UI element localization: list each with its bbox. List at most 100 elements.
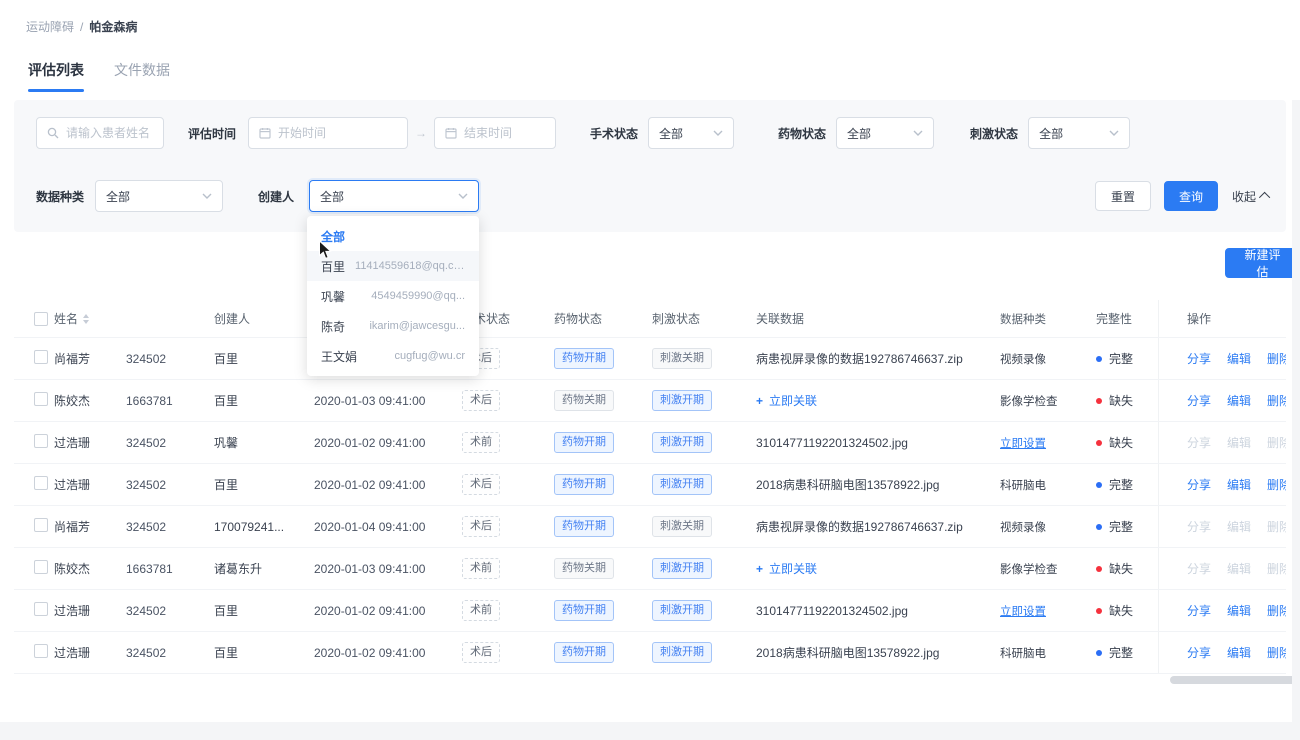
patient-id: 324502 <box>126 604 214 618</box>
associate-now-link[interactable]: 立即关联 <box>756 392 1000 409</box>
data-type: 影像学检查 <box>1000 561 1096 577</box>
reset-button[interactable]: 重置 <box>1095 181 1151 211</box>
row-checkbox[interactable] <box>34 392 48 406</box>
creator-option[interactable]: 巩馨 4549459990@qq... <box>307 281 479 311</box>
creator-name: 百里 <box>214 602 314 619</box>
filter-buttons: 重置 查询 收起 <box>1095 181 1270 211</box>
set-now-link[interactable]: 立即设置 <box>1000 435 1096 451</box>
creator-option[interactable]: 王文娟 cugfug@wu.cr <box>307 341 479 371</box>
evaluation-table: 姓名 创建人 手术状态 药物状态 刺激状态 关联数据 数据种类 完整性 操作 尚… <box>14 300 1286 674</box>
row-checkbox[interactable] <box>34 518 48 532</box>
start-time-box <box>248 117 408 149</box>
delete-action[interactable]: 删除 <box>1267 602 1286 619</box>
edit-action[interactable]: 编辑 <box>1227 350 1251 367</box>
start-time-input[interactable] <box>278 126 397 140</box>
share-action[interactable]: 分享 <box>1187 476 1211 493</box>
stim-status-tag: 刺激开期 <box>652 474 712 495</box>
chevron-down-icon <box>458 193 468 199</box>
creator-select[interactable]: 全部 <box>309 180 479 212</box>
share-action[interactable]: 分享 <box>1187 602 1211 619</box>
share-action[interactable]: 分享 <box>1187 392 1211 409</box>
stim-status-select[interactable]: 全部 <box>1028 117 1130 149</box>
chevron-down-icon <box>202 193 212 199</box>
drug-status-select[interactable]: 全部 <box>836 117 934 149</box>
surgery-status-label: 手术状态 <box>590 125 638 142</box>
share-action[interactable]: 分享 <box>1187 644 1211 661</box>
header-operations: 操作 <box>1158 300 1286 337</box>
edit-action[interactable]: 编辑 <box>1227 476 1251 493</box>
edit-action[interactable]: 编辑 <box>1227 392 1251 409</box>
creator-option-all[interactable]: 全部 <box>307 221 479 251</box>
set-now-link[interactable]: 立即设置 <box>1000 603 1096 619</box>
surgery-status-tag: 术前 <box>462 432 500 453</box>
creator-option[interactable]: 陈奇 ikarim@jawcesgu... <box>307 311 479 341</box>
tab-bar: 评估列表 文件数据 <box>28 60 170 92</box>
row-actions: 分享编辑删除 <box>1158 380 1286 421</box>
eval-time: 2020-01-02 09:41:00 <box>314 478 462 492</box>
search-input[interactable] <box>66 126 153 140</box>
sort-icon[interactable] <box>83 314 89 324</box>
breadcrumb: 运动障碍/帕金森病 <box>26 18 137 35</box>
associate-now-link[interactable]: 立即关联 <box>756 560 1000 577</box>
share-action[interactable]: 分享 <box>1187 350 1211 367</box>
table-row: 尚福芳 324502 170079241... 2020-01-04 09:41… <box>14 506 1286 548</box>
tab-evaluation-list[interactable]: 评估列表 <box>28 60 84 92</box>
patient-name: 陈姣杰 <box>54 560 126 577</box>
edit-action: 编辑 <box>1227 518 1251 535</box>
creator-name: 百里 <box>214 392 314 409</box>
patient-id: 324502 <box>126 520 214 534</box>
row-checkbox[interactable] <box>34 434 48 448</box>
collapse-toggle[interactable]: 收起 <box>1232 188 1270 205</box>
stim-status-tag: 刺激开期 <box>652 600 712 621</box>
row-checkbox[interactable] <box>34 476 48 490</box>
delete-action[interactable]: 删除 <box>1267 392 1286 409</box>
header-creator: 创建人 <box>214 310 314 327</box>
patient-id: 324502 <box>126 478 214 492</box>
data-type: 科研脑电 <box>1000 477 1096 493</box>
row-checkbox[interactable] <box>34 350 48 364</box>
creator-option[interactable]: 百里 11414559618@qq.com <box>307 251 479 281</box>
creator-name: 百里 <box>214 644 314 661</box>
table-row: 过浩珊 324502 百里 2020-01-02 09:41:00 术后 药物开… <box>14 632 1286 674</box>
table-row: 陈姣杰 1663781 百里 2020-01-03 09:41:00 术后 药物… <box>14 380 1286 422</box>
patient-name: 过浩珊 <box>54 434 126 451</box>
edit-action[interactable]: 编辑 <box>1227 644 1251 661</box>
status-dot <box>1096 356 1102 362</box>
row-checkbox[interactable] <box>34 644 48 658</box>
edit-action[interactable]: 编辑 <box>1227 602 1251 619</box>
end-time-input[interactable] <box>464 126 545 140</box>
stim-status-tag: 刺激开期 <box>652 390 712 411</box>
breadcrumb-section[interactable]: 运动障碍 <box>26 20 74 34</box>
associated-data: 31014771192201324502.jpg <box>756 604 1000 618</box>
tab-file-data[interactable]: 文件数据 <box>114 60 170 92</box>
breadcrumb-current: 帕金森病 <box>89 20 137 34</box>
patient-search-box <box>36 117 164 149</box>
eval-time: 2020-01-04 09:41:00 <box>314 520 462 534</box>
delete-action: 删除 <box>1267 560 1286 577</box>
integrity-status: 完整 <box>1096 518 1158 535</box>
row-checkbox[interactable] <box>34 602 48 616</box>
share-action: 分享 <box>1187 560 1211 577</box>
delete-action[interactable]: 删除 <box>1267 350 1286 367</box>
row-checkbox[interactable] <box>34 560 48 574</box>
delete-action[interactable]: 删除 <box>1267 644 1286 661</box>
select-all-checkbox[interactable] <box>34 312 48 326</box>
status-dot <box>1096 608 1102 614</box>
search-icon <box>47 127 59 139</box>
eval-time-label: 评估时间 <box>188 125 236 142</box>
surgery-status-select[interactable]: 全部 <box>648 117 734 149</box>
header-data-type: 数据种类 <box>1000 311 1096 327</box>
patient-id: 324502 <box>126 646 214 660</box>
new-evaluation-button[interactable]: 新建评估 <box>1225 248 1300 278</box>
table-row: 过浩珊 324502 百里 2020-01-02 09:41:00 术前 药物开… <box>14 590 1286 632</box>
horizontal-scrollbar-thumb[interactable] <box>1170 676 1300 684</box>
status-dot <box>1096 566 1102 572</box>
integrity-status: 缺失 <box>1096 560 1158 577</box>
integrity-status: 完整 <box>1096 476 1158 493</box>
creator-label: 创建人 <box>258 188 294 205</box>
surgery-status-tag: 术前 <box>462 600 500 621</box>
delete-action[interactable]: 删除 <box>1267 476 1286 493</box>
data-type-select[interactable]: 全部 <box>95 180 223 212</box>
query-button[interactable]: 查询 <box>1164 181 1218 211</box>
eval-time: 2020-01-02 09:41:00 <box>314 604 462 618</box>
